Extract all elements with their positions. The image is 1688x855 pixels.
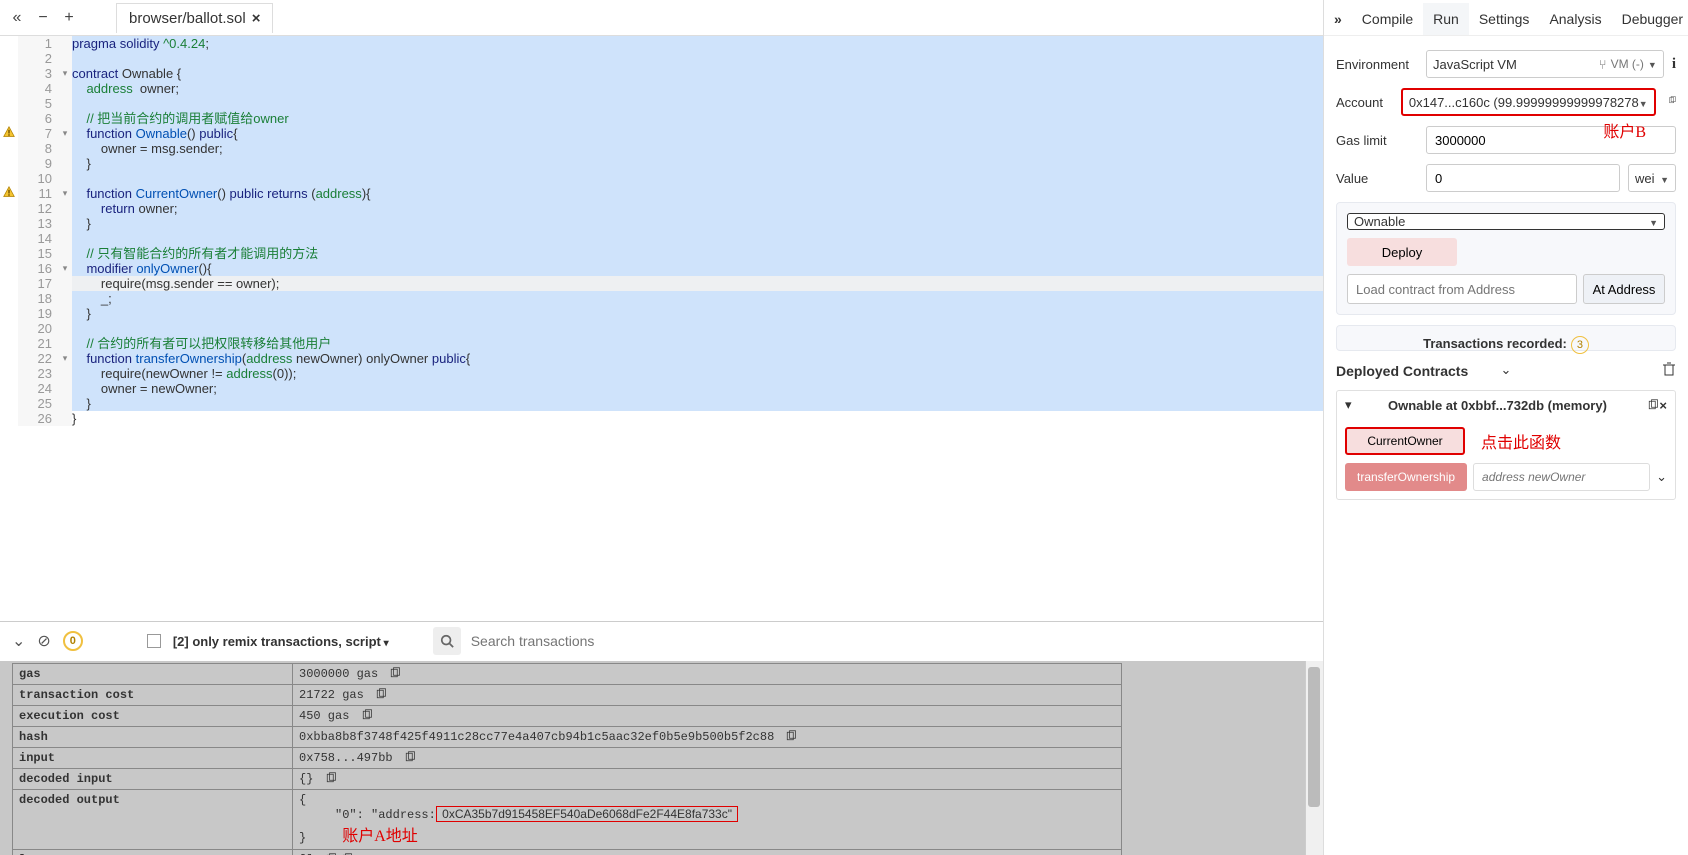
value-unit-select[interactable]: wei xyxy=(1628,164,1676,192)
env-label: Environment xyxy=(1336,57,1418,72)
tx-row: hash0xbba8b8f3748f425f4911c28cc77e4a407c… xyxy=(13,726,1122,747)
transferownership-input[interactable] xyxy=(1473,463,1650,491)
search-input[interactable] xyxy=(467,627,667,655)
instance-title: Ownable at 0xbbf...732db (memory) xyxy=(1352,398,1644,413)
tx-row: input0x758...497bb xyxy=(13,747,1122,768)
tx-recorded[interactable]: Transactions recorded:3 ⌄ xyxy=(1336,325,1676,351)
collapse-left-icon[interactable]: « xyxy=(8,10,26,26)
chevron-down-icon[interactable]: ⌄ xyxy=(1656,469,1667,485)
copy-icon[interactable] xyxy=(1647,399,1659,411)
deploy-button[interactable]: Deploy xyxy=(1347,238,1457,266)
search-icon[interactable] xyxy=(433,627,461,655)
gas-label: Gas limit xyxy=(1336,133,1418,148)
tab-analysis[interactable]: Analysis xyxy=(1539,3,1611,35)
tab-compile[interactable]: Compile xyxy=(1352,3,1423,35)
clear-icon[interactable]: ⊘ xyxy=(37,631,50,651)
right-tabs: » CompileRunSettingsAnalysisDebuggerSupp… xyxy=(1324,0,1688,36)
env-select[interactable]: JavaScript VM ⑂VM (-) xyxy=(1426,50,1664,78)
right-panel: » CompileRunSettingsAnalysisDebuggerSupp… xyxy=(1323,0,1688,855)
account-annotation: 账户B xyxy=(1603,118,1646,142)
contract-instance: ▾ Ownable at 0xbbf...732db (memory) × Cu… xyxy=(1336,390,1676,500)
filter-checkbox[interactable] xyxy=(147,634,161,648)
contract-select[interactable]: Ownable xyxy=(1347,213,1665,230)
console-bar: ⌄ ⊘ 0 [2] only remix transactions, scrip… xyxy=(0,621,1323,661)
info-icon[interactable]: i xyxy=(1672,56,1676,73)
deployed-label: Deployed Contracts xyxy=(1336,363,1468,379)
close-icon[interactable]: × xyxy=(252,10,261,27)
tx-row: decoded output{ "0": "address: 0xCA35b7d… xyxy=(13,789,1122,849)
tx-row: transaction cost21722 gas xyxy=(13,684,1122,705)
transferownership-button[interactable]: transferOwnership xyxy=(1345,463,1467,491)
account-select[interactable]: 0x147...c160c (99.99999999999978278 xyxy=(1401,88,1656,116)
expand-down-icon[interactable]: ⌄ xyxy=(12,631,25,651)
code-editor[interactable]: 1234567891011121314151617181920212223242… xyxy=(0,36,1323,426)
tx-row: logs[] xyxy=(13,849,1122,855)
tab-run[interactable]: Run xyxy=(1423,3,1469,35)
chevron-right-icon[interactable]: » xyxy=(1324,3,1352,35)
trash-icon[interactable] xyxy=(1662,361,1676,380)
plus-icon[interactable]: + xyxy=(60,10,78,26)
value-input[interactable] xyxy=(1426,164,1620,192)
file-tab[interactable]: browser/ballot.sol × xyxy=(116,3,273,33)
account-label: Account xyxy=(1336,95,1393,110)
load-address-input[interactable] xyxy=(1347,274,1577,304)
editor-header: « − + browser/ballot.sol × xyxy=(0,0,1323,36)
copy-icon[interactable] xyxy=(1668,96,1676,108)
value-label: Value xyxy=(1336,171,1418,186)
fork-icon: ⑂ xyxy=(1599,57,1607,72)
tx-row: execution cost450 gas xyxy=(13,705,1122,726)
pending-badge: 0 xyxy=(63,631,83,651)
tab-settings[interactable]: Settings xyxy=(1469,3,1540,35)
at-address-button[interactable]: At Address xyxy=(1583,274,1665,304)
file-tab-label: browser/ballot.sol xyxy=(129,10,246,27)
tab-debugger[interactable]: Debugger xyxy=(1612,3,1688,35)
currentowner-annotation: 点击此函数 xyxy=(1481,429,1561,453)
currentowner-button[interactable]: CurrentOwner xyxy=(1345,427,1465,455)
tx-row: gas3000000 gas xyxy=(13,663,1122,684)
tx-row: decoded input{} xyxy=(13,768,1122,789)
scrollbar[interactable] xyxy=(1305,661,1323,855)
tx-output: gas3000000 gas transaction cost21722 gas… xyxy=(0,661,1323,855)
close-instance-icon[interactable]: × xyxy=(1659,398,1667,413)
filter-dropdown[interactable]: [2] only remix transactions, script xyxy=(173,634,389,649)
minus-icon[interactable]: − xyxy=(34,10,52,26)
